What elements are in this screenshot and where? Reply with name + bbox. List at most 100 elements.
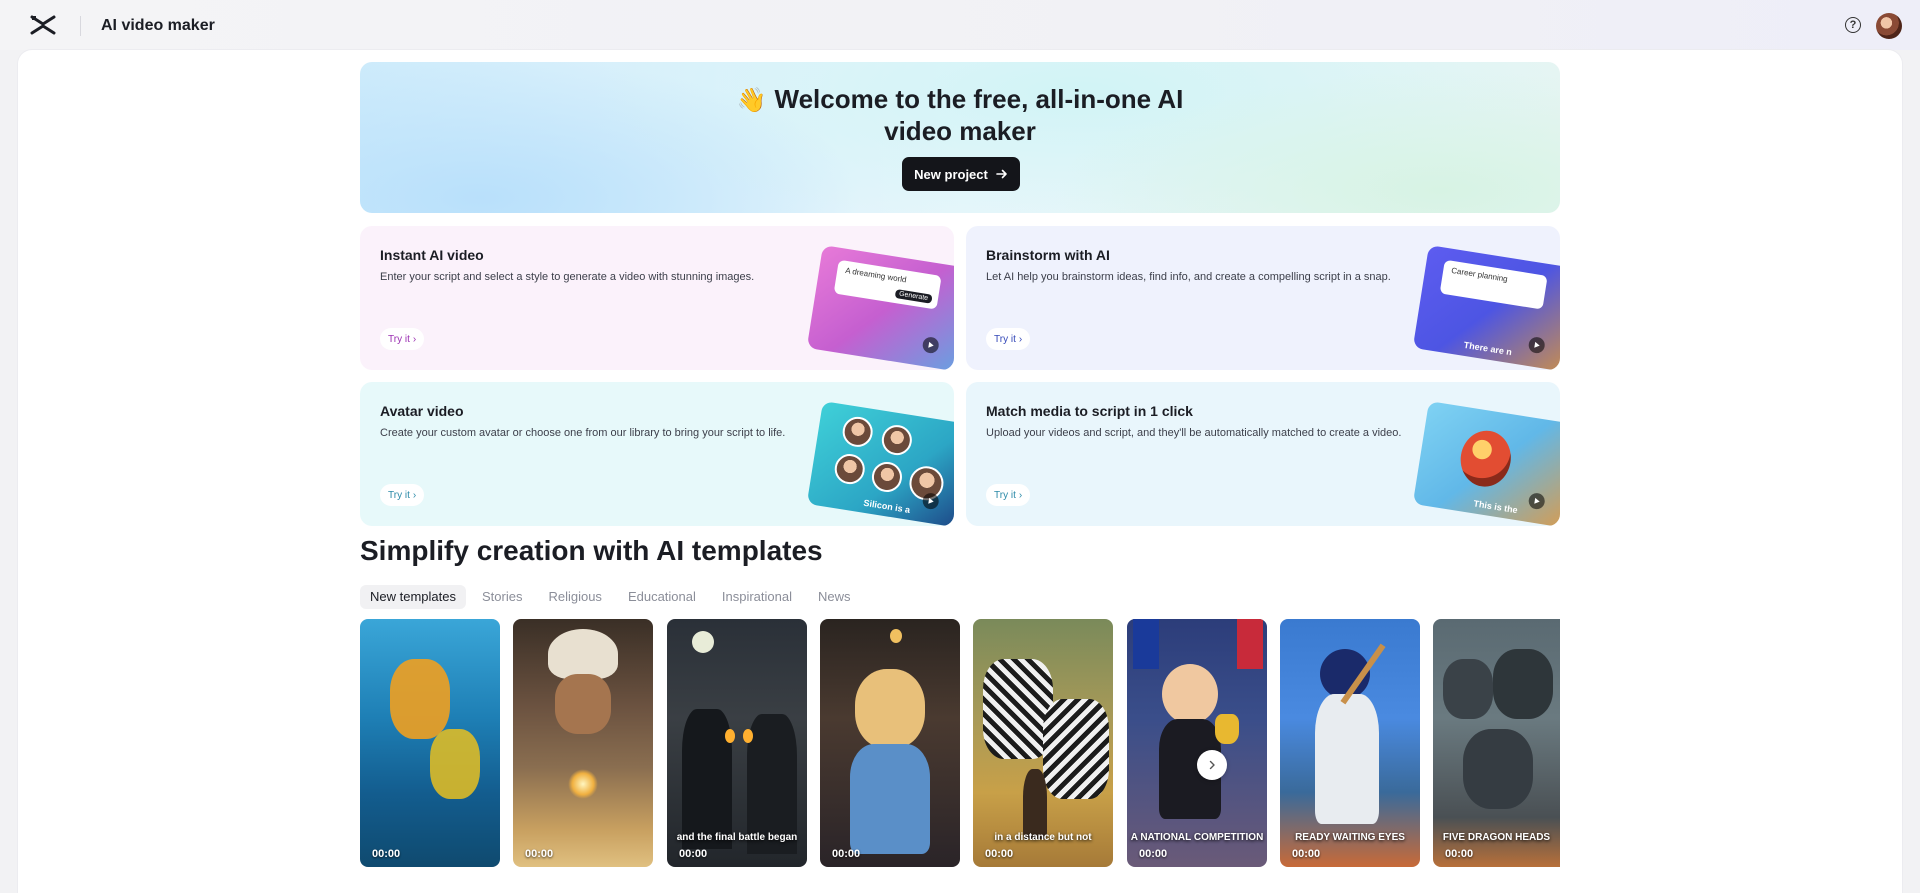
- tab-new-templates[interactable]: New templates: [360, 585, 466, 609]
- prompt-chip: Career planning: [1439, 259, 1548, 310]
- uniform: [1315, 694, 1379, 824]
- chevron-right-icon: ›: [1018, 333, 1023, 345]
- new-project-button[interactable]: New project: [902, 157, 1020, 191]
- card-illustration: Silicon is a: [806, 401, 954, 526]
- woman-figure: [855, 669, 925, 749]
- chevron-right-icon: ›: [412, 489, 417, 501]
- diver-figure: [390, 659, 450, 739]
- tab-stories[interactable]: Stories: [472, 585, 532, 609]
- template-card[interactable]: and the final battle began 00:00: [667, 619, 807, 867]
- card-instant-ai-video[interactable]: Instant AI video Enter your script and s…: [360, 226, 954, 370]
- child-figure: [1023, 769, 1047, 839]
- banner-blue: [1133, 619, 1159, 669]
- template-card[interactable]: FIVE DRAGON HEADS 00:00: [1433, 619, 1560, 867]
- chevron-right-icon: ›: [412, 333, 417, 345]
- header-divider: [80, 16, 81, 36]
- template-duration: 00:00: [832, 848, 861, 860]
- card-illustration: A dreaming world Generate: [806, 245, 954, 370]
- hero-banner: 👋 Welcome to the free, all-in-one AI vide…: [360, 62, 1560, 213]
- template-card[interactable]: in a distance but not 00:00: [973, 619, 1113, 867]
- try-it-button[interactable]: Try it ›: [986, 328, 1031, 350]
- template-card[interactable]: READY WAITING EYES 00:00: [1280, 619, 1420, 867]
- knight-figure: [682, 709, 732, 849]
- avatar-face: [869, 459, 905, 495]
- chevron-right-icon: ›: [1018, 489, 1023, 501]
- face-figure: [555, 674, 611, 734]
- arrow-right-icon: [996, 169, 1007, 179]
- banner-red: [1237, 619, 1263, 669]
- tab-inspirational[interactable]: Inspirational: [712, 585, 802, 609]
- glow-light: [568, 769, 598, 799]
- template-duration: 00:00: [985, 848, 1014, 860]
- template-caption: A NATIONAL COMPETITION: [1130, 832, 1264, 843]
- try-it-button[interactable]: Try it ›: [380, 328, 425, 350]
- user-avatar[interactable]: [1876, 13, 1902, 39]
- play-icon: [1527, 491, 1546, 511]
- try-it-button[interactable]: Try it ›: [986, 484, 1031, 506]
- avatar-face: [879, 422, 915, 458]
- trophy-icon: [1215, 714, 1239, 744]
- hero-title: 👋 Welcome to the free, all-in-one AI vide…: [725, 84, 1195, 146]
- card-title: Match media to script in 1 click: [986, 403, 1193, 419]
- card-description: Enter your script and select a style to …: [380, 271, 755, 283]
- carousel-next-button[interactable]: [1197, 750, 1227, 780]
- main-panel: 👋 Welcome to the free, all-in-one AI vide…: [18, 50, 1902, 893]
- card-title: Avatar video: [380, 403, 464, 419]
- template-duration: 00:00: [1139, 848, 1168, 860]
- avatar-face: [832, 451, 867, 487]
- template-caption: FIVE DRAGON HEADS: [1442, 832, 1551, 843]
- card-description: Create your custom avatar or choose one …: [380, 427, 786, 439]
- tab-religious[interactable]: Religious: [538, 585, 611, 609]
- card-avatar-video[interactable]: Avatar video Create your custom avatar o…: [360, 382, 954, 526]
- templates-section-title: Simplify creation with AI templates: [360, 535, 823, 566]
- dragon-figure: [1493, 649, 1553, 719]
- turban-figure: [548, 629, 618, 679]
- feature-cards: Instant AI video Enter your script and s…: [360, 226, 1560, 526]
- lamp: [890, 629, 902, 643]
- card-illustration: Career planning There are n: [1412, 245, 1560, 370]
- top-bar: AI video maker ?: [0, 0, 1920, 50]
- template-card[interactable]: 00:00: [513, 619, 653, 867]
- template-duration: 00:00: [1292, 848, 1321, 860]
- try-it-label: Try it: [388, 333, 410, 345]
- card-illustration: This is the: [1412, 401, 1560, 526]
- zebra-figure: [1043, 699, 1109, 799]
- torch-flame: [743, 729, 753, 743]
- template-card[interactable]: A NATIONAL COMPETITION 00:00: [1127, 619, 1267, 867]
- template-duration: 00:00: [679, 848, 708, 860]
- template-card[interactable]: 00:00: [360, 619, 500, 867]
- card-description: Let AI help you brainstorm ideas, find i…: [986, 271, 1391, 283]
- card-description: Upload your videos and script, and they'…: [986, 427, 1402, 439]
- template-duration: 00:00: [525, 848, 554, 860]
- new-project-label: New project: [914, 166, 988, 182]
- diver-figure: [430, 729, 480, 799]
- tab-news[interactable]: News: [808, 585, 861, 609]
- template-caption: in a distance but not: [994, 832, 1092, 843]
- prompt-chip: A dreaming world Generate: [833, 259, 942, 310]
- prompt-chip-text: A dreaming world: [844, 265, 908, 285]
- try-it-label: Try it: [994, 489, 1016, 501]
- card-match-media-to-script[interactable]: Match media to script in 1 click Upload …: [966, 382, 1560, 526]
- art-balloon-image: [1456, 427, 1515, 491]
- app-title: AI video maker: [101, 17, 215, 34]
- chevron-right-icon: [1209, 760, 1215, 770]
- dress: [850, 744, 930, 854]
- play-icon: [921, 335, 940, 355]
- dragon-figure: [1443, 659, 1493, 719]
- boy-figure: [1162, 664, 1218, 724]
- generate-chip: Generate: [894, 288, 933, 304]
- try-it-button[interactable]: Try it ›: [380, 484, 425, 506]
- help-icon[interactable]: ?: [1845, 17, 1861, 33]
- hero-title-text: Welcome to the free, all-in-one AI video…: [774, 84, 1184, 146]
- try-it-label: Try it: [994, 333, 1016, 345]
- torch-flame: [725, 729, 735, 743]
- card-title: Instant AI video: [380, 247, 484, 263]
- waving-hand-icon: 👋: [736, 87, 767, 114]
- card-brainstorm-with-ai[interactable]: Brainstorm with AI Let AI help you brain…: [966, 226, 1560, 370]
- capcut-logo-icon[interactable]: [30, 14, 56, 36]
- tab-educational[interactable]: Educational: [618, 585, 706, 609]
- art-caption: This is the: [1472, 498, 1519, 516]
- avatar-face: [840, 414, 875, 450]
- template-card[interactable]: 00:00: [820, 619, 960, 867]
- dragon-figure: [1463, 729, 1533, 809]
